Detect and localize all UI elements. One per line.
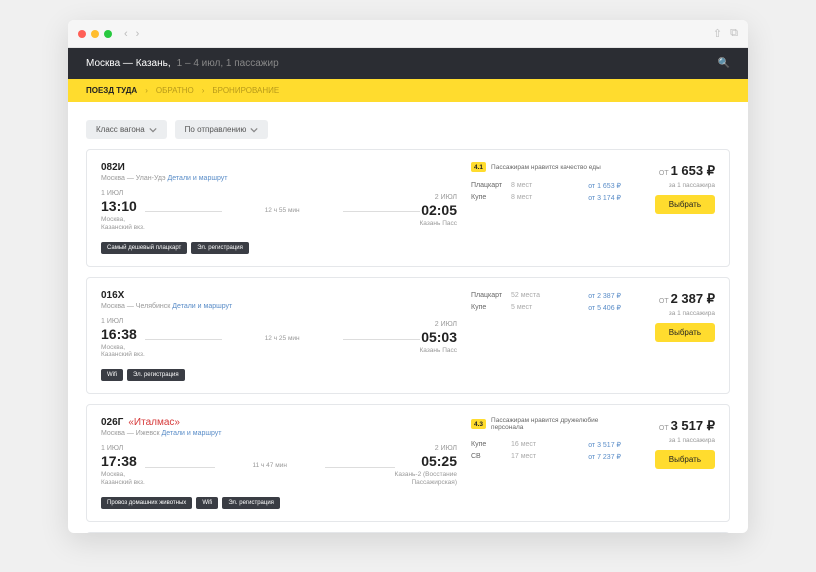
class-row[interactable]: СВ17 местот 7 237 ₽: [471, 451, 621, 463]
tabs-icon[interactable]: ⧉: [730, 27, 738, 40]
maximize-window-icon[interactable]: [104, 30, 112, 38]
filter-wagon-class[interactable]: Класс вагона: [86, 120, 167, 139]
class-row[interactable]: Плацкарт52 местаот 2 387 ₽: [471, 290, 621, 302]
feature-tag: Самый дешевый плацкарт: [101, 242, 187, 254]
departure-station: Москва,Казанский вкз.: [101, 471, 145, 487]
share-icon[interactable]: ⇧: [713, 27, 722, 40]
rating-badge: 4.3: [471, 419, 486, 429]
back-icon[interactable]: ‹: [124, 28, 128, 40]
rating-text: Пассажирам нравится дружелюбие персонала: [491, 417, 621, 431]
breadcrumb-step-3[interactable]: БРОНИРОВАНИЕ: [212, 86, 279, 95]
price: 1 653 ₽: [671, 163, 715, 178]
price-note: за 1 пассажира: [635, 310, 715, 317]
departure-station: Москва,Казанский вкз.: [101, 344, 145, 360]
price-from-label: ОТ: [659, 425, 671, 432]
price-note: за 1 пассажира: [635, 437, 715, 444]
price: 2 387 ₽: [671, 291, 715, 306]
feature-tag: Провоз домашних животных: [101, 497, 192, 509]
train-number: 026Г«Италмас»: [101, 417, 457, 428]
feature-tag: Эл. регистрация: [127, 369, 185, 381]
train-number: 016Х: [101, 290, 457, 301]
feature-tag: Wifi: [196, 497, 218, 509]
feature-tag: Wifi: [101, 369, 123, 381]
route-title: Москва — Казань,: [86, 58, 171, 69]
route-details-link[interactable]: Детали и маршрут: [168, 175, 228, 182]
departure-time: 16:38: [101, 326, 145, 342]
route-details-link[interactable]: Детали и маршрут: [162, 430, 222, 437]
rating-badge: 4.1: [471, 162, 486, 172]
select-button[interactable]: Выбрать: [655, 323, 715, 342]
train-number: 082И: [101, 162, 457, 173]
rating-text: Пассажирам нравится качество еды: [491, 164, 601, 171]
breadcrumb-step-1[interactable]: ПОЕЗД ТУДА: [86, 86, 137, 95]
select-button[interactable]: Выбрать: [655, 450, 715, 469]
train-card: 026Г«Италмас» Москва — Ижевск Детали и ма…: [86, 404, 730, 522]
class-row[interactable]: Купе16 местот 3 517 ₽: [471, 439, 621, 451]
price: 3 517 ₽: [671, 418, 715, 433]
price-from-label: ОТ: [659, 170, 671, 177]
departure-time: 13:10: [101, 198, 145, 214]
arrival-date: 2 ИЮЛ: [420, 194, 458, 201]
train-card: 082И Москва — Улан-Удэ Детали и маршрут 1 …: [86, 149, 730, 267]
train-route: Москва — Улан-Удэ Детали и маршрут: [101, 175, 457, 182]
train-name: «Италмас»: [128, 417, 180, 428]
departure-date: 1 ИЮЛ: [101, 318, 145, 325]
class-row[interactable]: Купе8 местот 3 174 ₽: [471, 192, 621, 204]
chevron-down-icon: [149, 126, 157, 134]
train-route: Москва — Ижевск Детали и маршрут: [101, 430, 457, 437]
arrival-station: Казань-2 (ВосстаниеПассажирская): [395, 471, 457, 487]
arrival-time: 05:03: [420, 329, 458, 345]
forward-icon[interactable]: ›: [136, 28, 140, 40]
arrival-time: 02:05: [420, 202, 458, 218]
price-note: за 1 пассажира: [635, 182, 715, 189]
breadcrumb: ПОЕЗД ТУДА › ОБРАТНО › БРОНИРОВАНИЕ: [68, 79, 748, 102]
arrival-time: 05:25: [395, 453, 457, 469]
class-row[interactable]: Купе5 местот 5 406 ₽: [471, 302, 621, 314]
duration: 12 ч 55 мин: [145, 207, 420, 214]
filter-sort[interactable]: По отправлению: [175, 120, 269, 139]
train-card: 016Х Москва — Челябинск Детали и маршрут 1…: [86, 277, 730, 395]
chevron-down-icon: [250, 126, 258, 134]
departure-time: 17:38: [101, 453, 145, 469]
search-header: Москва — Казань, 1 – 4 июл, 1 пассажир 🔍: [68, 48, 748, 79]
select-button[interactable]: Выбрать: [655, 195, 715, 214]
departure-station: Москва,Казанский вкз.: [101, 216, 145, 232]
train-route: Москва — Челябинск Детали и маршрут: [101, 303, 457, 310]
arrival-station: Казань Пасс: [420, 347, 458, 355]
search-icon[interactable]: 🔍: [718, 58, 730, 69]
departure-date: 1 ИЮЛ: [101, 190, 145, 197]
class-row[interactable]: Плацкарт8 местот 1 653 ₽: [471, 180, 621, 192]
duration: 12 ч 25 мин: [145, 335, 420, 342]
route-details-link[interactable]: Детали и маршрут: [172, 303, 232, 310]
train-card: 096Н4.0Пассажирам нравится дружелюбие пе…: [86, 532, 730, 533]
browser-chrome: ‹ › ⇧ ⧉: [68, 20, 748, 48]
feature-tag: Эл. регистрация: [191, 242, 249, 254]
price-from-label: ОТ: [659, 298, 671, 305]
close-window-icon[interactable]: [78, 30, 86, 38]
duration: 11 ч 47 мин: [145, 462, 395, 469]
departure-date: 1 ИЮЛ: [101, 445, 145, 452]
arrival-station: Казань Пасс: [420, 220, 458, 228]
arrival-date: 2 ИЮЛ: [395, 445, 457, 452]
arrival-date: 2 ИЮЛ: [420, 321, 458, 328]
feature-tag: Эл. регистрация: [222, 497, 280, 509]
route-details: 1 – 4 июл, 1 пассажир: [177, 58, 279, 69]
breadcrumb-step-2[interactable]: ОБРАТНО: [156, 86, 194, 95]
minimize-window-icon[interactable]: [91, 30, 99, 38]
